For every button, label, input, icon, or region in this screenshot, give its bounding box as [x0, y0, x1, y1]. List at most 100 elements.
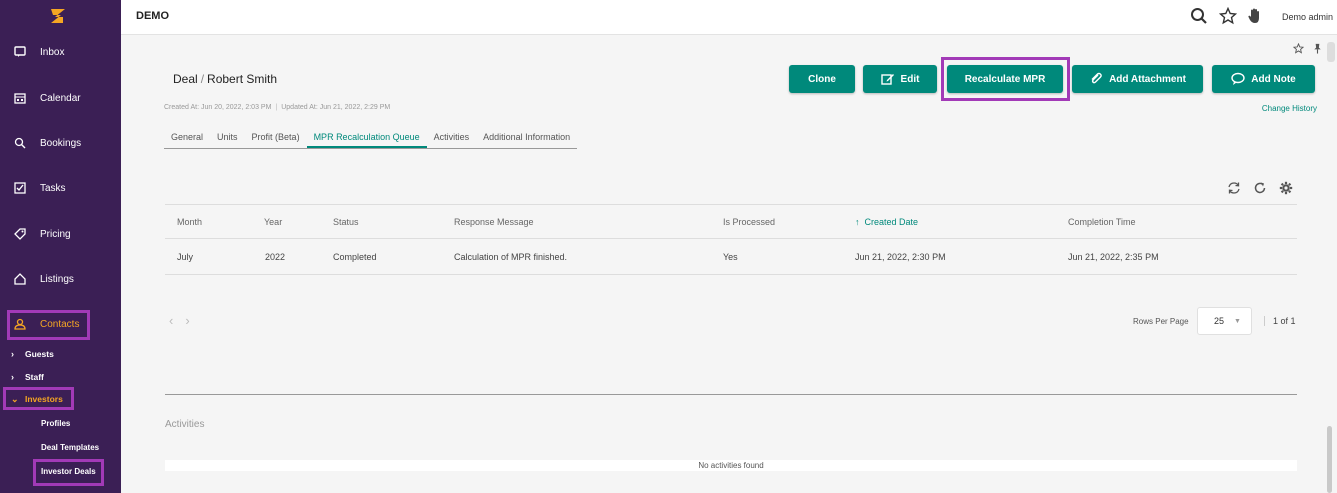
tag-icon [13, 227, 27, 241]
highlight-contacts [7, 310, 90, 340]
chevron-right-icon: › [11, 349, 14, 359]
sidebar-item-listings[interactable]: Listings [0, 264, 121, 294]
cell-completion: Jun 21, 2022, 2:35 PM [1068, 251, 1159, 262]
clone-button[interactable]: Clone [789, 65, 855, 93]
sidebar-subsub-deal-templates[interactable]: Deal Templates [41, 443, 99, 452]
gear-icon[interactable] [1279, 181, 1293, 195]
sidebar-item-label: Bookings [40, 137, 82, 149]
table-row[interactable]: July 2022 Completed Calculation of MPR f… [165, 238, 1297, 275]
sidebar-item-label: Inbox [40, 46, 65, 58]
section-divider [165, 394, 1297, 395]
header-created-date[interactable]: ↑ Created Date [855, 217, 918, 227]
sync-icon[interactable] [1227, 181, 1241, 195]
cell-response: Calculation of MPR finished. [454, 251, 568, 262]
edit-button[interactable]: Edit [863, 65, 937, 93]
tab-general[interactable]: General [164, 130, 210, 148]
paperclip-icon [1091, 72, 1102, 84]
highlight-recalculate [941, 57, 1070, 101]
star-icon[interactable] [1219, 7, 1237, 25]
sidebar-item-inbox[interactable]: Inbox [0, 37, 121, 67]
header-created-label: Created Date [864, 216, 919, 227]
page-meta: Created At: Jun 20, 2022, 2:03 PM | Update… [164, 104, 391, 111]
sidebar-item-label: Listings [40, 273, 74, 285]
page-pin-controls [1293, 43, 1323, 54]
cell-month: July [177, 251, 194, 262]
main-content: Deal / Robert Smith Created At: Jun 20, 20… [121, 36, 1337, 493]
sidebar-item-bookings[interactable]: Bookings [0, 128, 121, 158]
header-status[interactable]: Status [333, 217, 359, 227]
tab-units[interactable]: Units [210, 130, 245, 148]
add-attachment-label: Add Attachment [1109, 73, 1186, 85]
top-bar: DEMO Demo admin [121, 0, 1337, 35]
cell-created: Jun 21, 2022, 2:30 PM [855, 251, 946, 262]
chevron-right-icon: › [11, 372, 14, 382]
sidebar-sub-label: Guests [25, 349, 54, 359]
updated-at: Updated At: Jun 21, 2022, 2:29 PM [281, 104, 391, 111]
add-note-label: Add Note [1251, 73, 1296, 85]
header-year[interactable]: Year [264, 217, 282, 227]
prev-page-icon[interactable]: ‹ [169, 313, 173, 328]
mpr-queue-table: Month Year Status Response Message Is Pr… [165, 204, 1297, 275]
activities-empty: No activities found [165, 460, 1297, 471]
activities-title: Activities [165, 419, 205, 430]
cell-processed: Yes [723, 251, 738, 262]
add-note-button[interactable]: Add Note [1212, 65, 1315, 93]
rows-per-page-select[interactable]: 25 ▼ [1197, 307, 1252, 335]
sidebar-item-label: Tasks [40, 182, 66, 194]
title-prefix: Deal [173, 72, 198, 86]
title-separator: / [200, 72, 205, 86]
pin-icon[interactable] [1312, 43, 1323, 54]
add-attachment-button[interactable]: Add Attachment [1072, 65, 1203, 93]
next-page-icon[interactable]: › [185, 313, 189, 328]
calendar-icon [13, 91, 27, 105]
sidebar-sub-label: Staff [25, 372, 44, 382]
table-tools [1227, 181, 1293, 195]
tab-mpr-queue[interactable]: MPR Recalculation Queue [306, 130, 427, 148]
brand-title: DEMO [136, 10, 169, 22]
sidebar-subsub-profiles[interactable]: Profiles [41, 419, 70, 428]
sidebar-sub-guests[interactable]: › Guests [0, 345, 121, 363]
hand-icon[interactable] [1246, 7, 1264, 25]
edit-label: Edit [900, 73, 920, 85]
cell-year: 2022 [265, 251, 286, 262]
logo-icon [51, 9, 65, 23]
home-icon [13, 272, 27, 286]
clone-label: Clone [808, 73, 836, 85]
sidebar-item-tasks[interactable]: Tasks [0, 173, 121, 203]
header-response[interactable]: Response Message [454, 217, 534, 227]
rows-per-page-value: 25 [1214, 316, 1225, 326]
refresh-icon[interactable] [1253, 181, 1267, 195]
change-history-link[interactable]: Change History [1262, 104, 1317, 113]
tab-profit[interactable]: Profit (Beta) [245, 130, 307, 148]
caret-down-icon: ▼ [1234, 317, 1241, 325]
user-menu[interactable]: Demo admin [1282, 12, 1333, 22]
highlight-investor-deals [33, 459, 104, 486]
header-processed[interactable]: Is Processed [723, 217, 775, 227]
sidebar-item-pricing[interactable]: Pricing [0, 219, 121, 249]
bookings-icon [13, 136, 27, 150]
page-title: Deal / Robert Smith [173, 72, 277, 86]
sidebar: Inbox Calendar Bookings Tasks Pricing Li… [0, 0, 121, 493]
rows-per-page-label: Rows Per Page [1133, 317, 1189, 326]
sidebar-item-label: Pricing [40, 228, 71, 240]
highlight-investors [3, 387, 74, 410]
sidebar-sub-staff[interactable]: › Staff [0, 368, 121, 386]
search-icon[interactable] [1190, 7, 1208, 25]
header-completion[interactable]: Completion Time [1068, 217, 1136, 227]
favorite-icon[interactable] [1293, 43, 1304, 54]
chat-icon [1231, 72, 1245, 85]
tab-additional-info[interactable]: Additional Information [476, 130, 577, 148]
page-info: 1 of 1 [1264, 316, 1296, 326]
created-at: Created At: Jun 20, 2022, 2:03 PM [164, 104, 272, 111]
sort-arrow-icon: ↑ [855, 216, 860, 227]
tab-bar: General Units Profit (Beta) MPR Recalcul… [164, 130, 578, 149]
pager-arrows: ‹ › [169, 313, 190, 328]
header-month[interactable]: Month [177, 217, 202, 227]
scrollbar-top [1327, 42, 1335, 62]
sidebar-item-calendar[interactable]: Calendar [0, 83, 121, 113]
inbox-icon [13, 45, 27, 59]
tab-activities[interactable]: Activities [427, 130, 477, 148]
title-name: Robert Smith [207, 72, 278, 86]
sidebar-item-label: Calendar [40, 92, 81, 104]
scrollbar-thumb[interactable] [1327, 426, 1332, 493]
